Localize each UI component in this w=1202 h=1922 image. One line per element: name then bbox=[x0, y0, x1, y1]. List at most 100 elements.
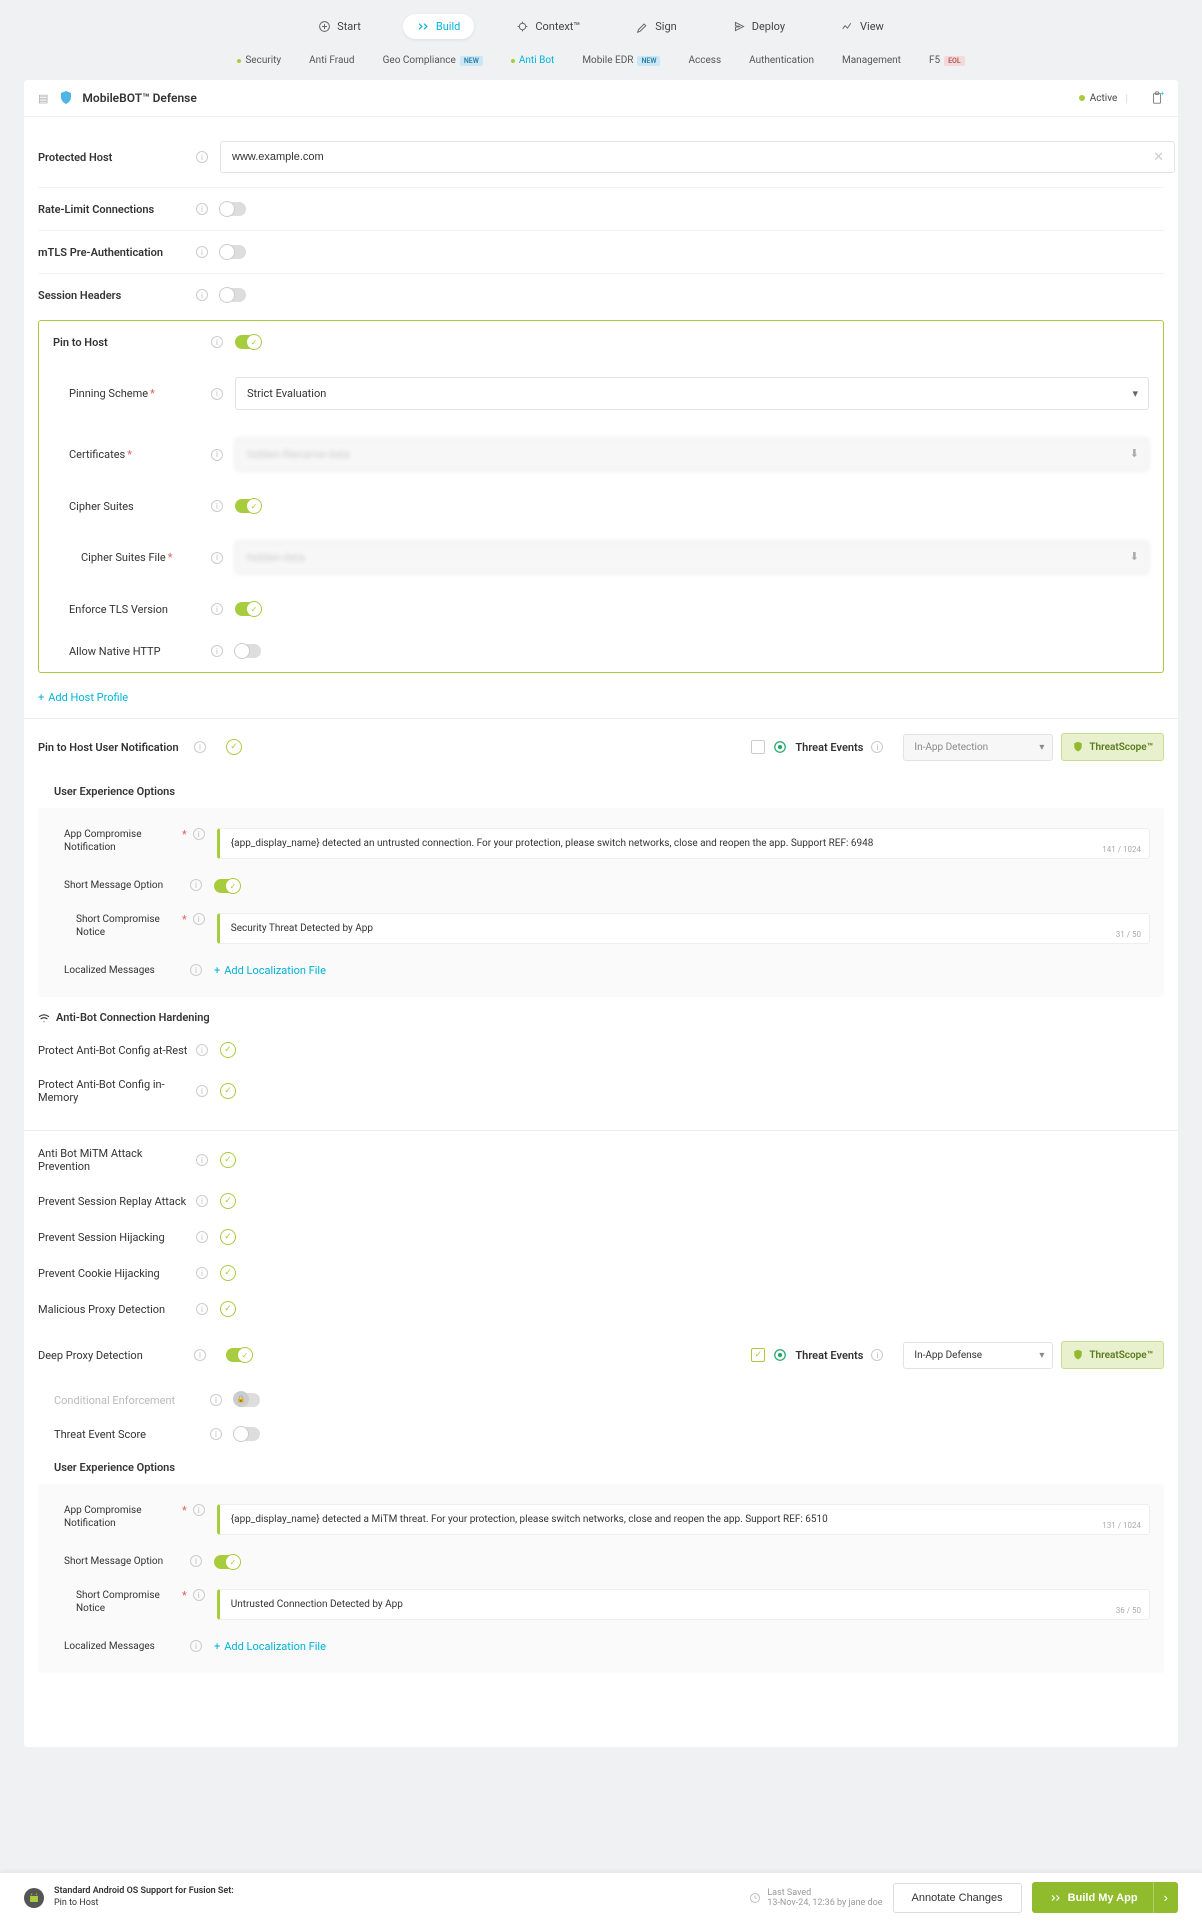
row-mitm-prevention: Anti Bot MiTM Attack Prevention i ✓ bbox=[38, 1137, 1164, 1183]
file-cipher-suites[interactable]: hidden-data bbox=[235, 541, 1149, 574]
subnav-mgmt[interactable]: Management bbox=[842, 55, 901, 66]
check-cookie[interactable]: ✓ bbox=[220, 1265, 236, 1281]
add-localization-button[interactable]: + Add Localization File bbox=[214, 964, 326, 977]
add-localization-button[interactable]: + Add Localization File bbox=[214, 1640, 326, 1653]
check-replay[interactable]: ✓ bbox=[220, 1193, 236, 1209]
check-pin-notification[interactable]: ✓ bbox=[226, 739, 242, 755]
subnav-geo[interactable]: Geo ComplianceNEW bbox=[383, 55, 483, 66]
help-icon[interactable]: i bbox=[193, 1589, 205, 1601]
toggle-short-option[interactable] bbox=[214, 879, 240, 893]
toggle-pin-to-host[interactable] bbox=[235, 335, 261, 349]
help-icon[interactable]: i bbox=[211, 449, 223, 461]
build-button[interactable]: Build My App bbox=[1032, 1882, 1156, 1913]
help-icon[interactable]: i bbox=[190, 1555, 202, 1567]
char-count: 131 / 1024 bbox=[1102, 1521, 1141, 1530]
subnav-antibot[interactable]: Anti Bot bbox=[511, 55, 554, 66]
select-defense-mode[interactable]: In-App Defense bbox=[903, 1342, 1053, 1369]
check-protect-memory[interactable]: ✓ bbox=[220, 1083, 236, 1099]
help-icon[interactable]: i bbox=[196, 1231, 208, 1243]
help-icon[interactable]: i bbox=[871, 741, 883, 753]
help-icon[interactable]: i bbox=[196, 151, 208, 163]
textarea-app-notification[interactable]: {app_display_name} detected an untrusted… bbox=[217, 828, 1150, 859]
add-host-profile-button[interactable]: + Add Host Profile bbox=[38, 691, 128, 704]
check-mitm[interactable]: ✓ bbox=[220, 1152, 236, 1168]
nav-start[interactable]: Start bbox=[304, 14, 375, 39]
help-icon[interactable]: i bbox=[196, 289, 208, 301]
help-icon[interactable]: i bbox=[196, 203, 208, 215]
select-pinning-scheme[interactable]: Strict Evaluation bbox=[235, 377, 1149, 410]
label-protect-rest: Protect Anti-Bot Config at-Rest bbox=[38, 1044, 196, 1057]
toggle-session-headers[interactable] bbox=[220, 288, 246, 302]
help-icon[interactable]: i bbox=[211, 500, 223, 512]
download-icon[interactable]: ⬇ bbox=[1130, 447, 1139, 460]
subnav-auth[interactable]: Authentication bbox=[749, 55, 814, 66]
subnav-security[interactable]: Security bbox=[237, 55, 281, 66]
help-icon[interactable]: i bbox=[196, 1195, 208, 1207]
file-certificates[interactable]: hidden-filename-data bbox=[235, 438, 1149, 471]
row-enforce-tls: Enforce TLS Version i bbox=[53, 588, 1149, 630]
help-icon[interactable]: i bbox=[196, 1085, 208, 1097]
input-protected-host[interactable] bbox=[220, 141, 1175, 173]
toggle-rate-limit[interactable] bbox=[220, 202, 246, 216]
help-icon[interactable]: i bbox=[194, 741, 206, 753]
nav-build[interactable]: Build bbox=[403, 14, 474, 39]
help-icon[interactable]: i bbox=[211, 603, 223, 615]
label-malicious-proxy: Malicious Proxy Detection bbox=[38, 1303, 196, 1316]
help-icon[interactable]: i bbox=[194, 1349, 206, 1361]
nav-sign[interactable]: Sign bbox=[622, 14, 690, 39]
check-hijack[interactable]: ✓ bbox=[220, 1229, 236, 1245]
help-icon[interactable]: i bbox=[211, 388, 223, 400]
clock-icon bbox=[749, 1892, 761, 1904]
help-icon[interactable]: i bbox=[196, 1303, 208, 1315]
help-icon[interactable]: i bbox=[190, 1640, 202, 1652]
toggle-threat-score[interactable] bbox=[234, 1427, 260, 1441]
nav-deploy[interactable]: Deploy bbox=[719, 14, 799, 39]
nav-context[interactable]: Context™ bbox=[502, 14, 594, 39]
plus-circle-icon bbox=[318, 20, 331, 33]
textarea-short-notice[interactable]: Untrusted Connection Detected by App 36 … bbox=[217, 1589, 1150, 1620]
help-icon[interactable]: i bbox=[190, 879, 202, 891]
subnav-access[interactable]: Access bbox=[688, 55, 721, 66]
toggle-allow-http[interactable] bbox=[235, 644, 261, 658]
subnav-antifraud[interactable]: Anti Fraud bbox=[309, 55, 354, 66]
toggle-enforce-tls[interactable] bbox=[235, 602, 261, 616]
help-icon[interactable]: i bbox=[210, 1428, 222, 1440]
help-icon[interactable]: i bbox=[211, 336, 223, 348]
help-icon[interactable]: i bbox=[193, 913, 205, 925]
select-detection-mode[interactable]: In-App Detection bbox=[903, 734, 1053, 761]
nav-view[interactable]: View bbox=[827, 14, 898, 39]
help-icon[interactable]: i bbox=[210, 1394, 222, 1406]
subnav-edr[interactable]: Mobile EDRNEW bbox=[582, 55, 660, 66]
help-icon[interactable]: i bbox=[196, 1154, 208, 1166]
toggle-deep-proxy[interactable] bbox=[226, 1348, 252, 1362]
help-icon[interactable]: i bbox=[193, 828, 205, 840]
clear-icon[interactable]: ✕ bbox=[1153, 150, 1164, 165]
subnav-f5[interactable]: F5EOL bbox=[929, 55, 965, 66]
build-dropdown-button[interactable]: › bbox=[1153, 1882, 1178, 1913]
textarea-app-notification[interactable]: {app_display_name} detected a MiTM threa… bbox=[217, 1504, 1150, 1535]
help-icon[interactable]: i bbox=[196, 246, 208, 258]
help-icon[interactable]: i bbox=[196, 1267, 208, 1279]
clipboard-icon[interactable]: + bbox=[1150, 91, 1164, 105]
help-icon[interactable]: i bbox=[211, 552, 223, 564]
annotate-button[interactable]: Annotate Changes bbox=[893, 1883, 1022, 1913]
textarea-short-notice[interactable]: Security Threat Detected by App 31 / 50 bbox=[217, 913, 1150, 944]
help-icon[interactable]: i bbox=[193, 1504, 205, 1516]
threatscope-button[interactable]: ThreatScope™ bbox=[1061, 1341, 1164, 1369]
checkbox-threat-events[interactable] bbox=[751, 740, 765, 754]
check-protect-rest[interactable]: ✓ bbox=[220, 1042, 236, 1058]
threatscope-button[interactable]: ThreatScope™ bbox=[1061, 733, 1164, 761]
toggle-cipher-suites[interactable] bbox=[235, 499, 261, 513]
collapse-icon[interactable]: ▤ bbox=[38, 92, 48, 105]
help-icon[interactable]: i bbox=[196, 1044, 208, 1056]
label-app-notification: App Compromise Notification bbox=[52, 828, 176, 854]
toggle-mtls[interactable] bbox=[220, 245, 246, 259]
help-icon[interactable]: i bbox=[871, 1349, 883, 1361]
help-icon[interactable]: i bbox=[211, 645, 223, 657]
toggle-short-option[interactable] bbox=[214, 1555, 240, 1569]
row-session-headers: Session Headers i bbox=[38, 274, 1164, 316]
check-malicious-proxy[interactable]: ✓ bbox=[220, 1301, 236, 1317]
checkbox-threat-events[interactable]: ✓ bbox=[751, 1348, 765, 1362]
download-icon[interactable]: ⬇ bbox=[1130, 550, 1139, 563]
help-icon[interactable]: i bbox=[190, 964, 202, 976]
